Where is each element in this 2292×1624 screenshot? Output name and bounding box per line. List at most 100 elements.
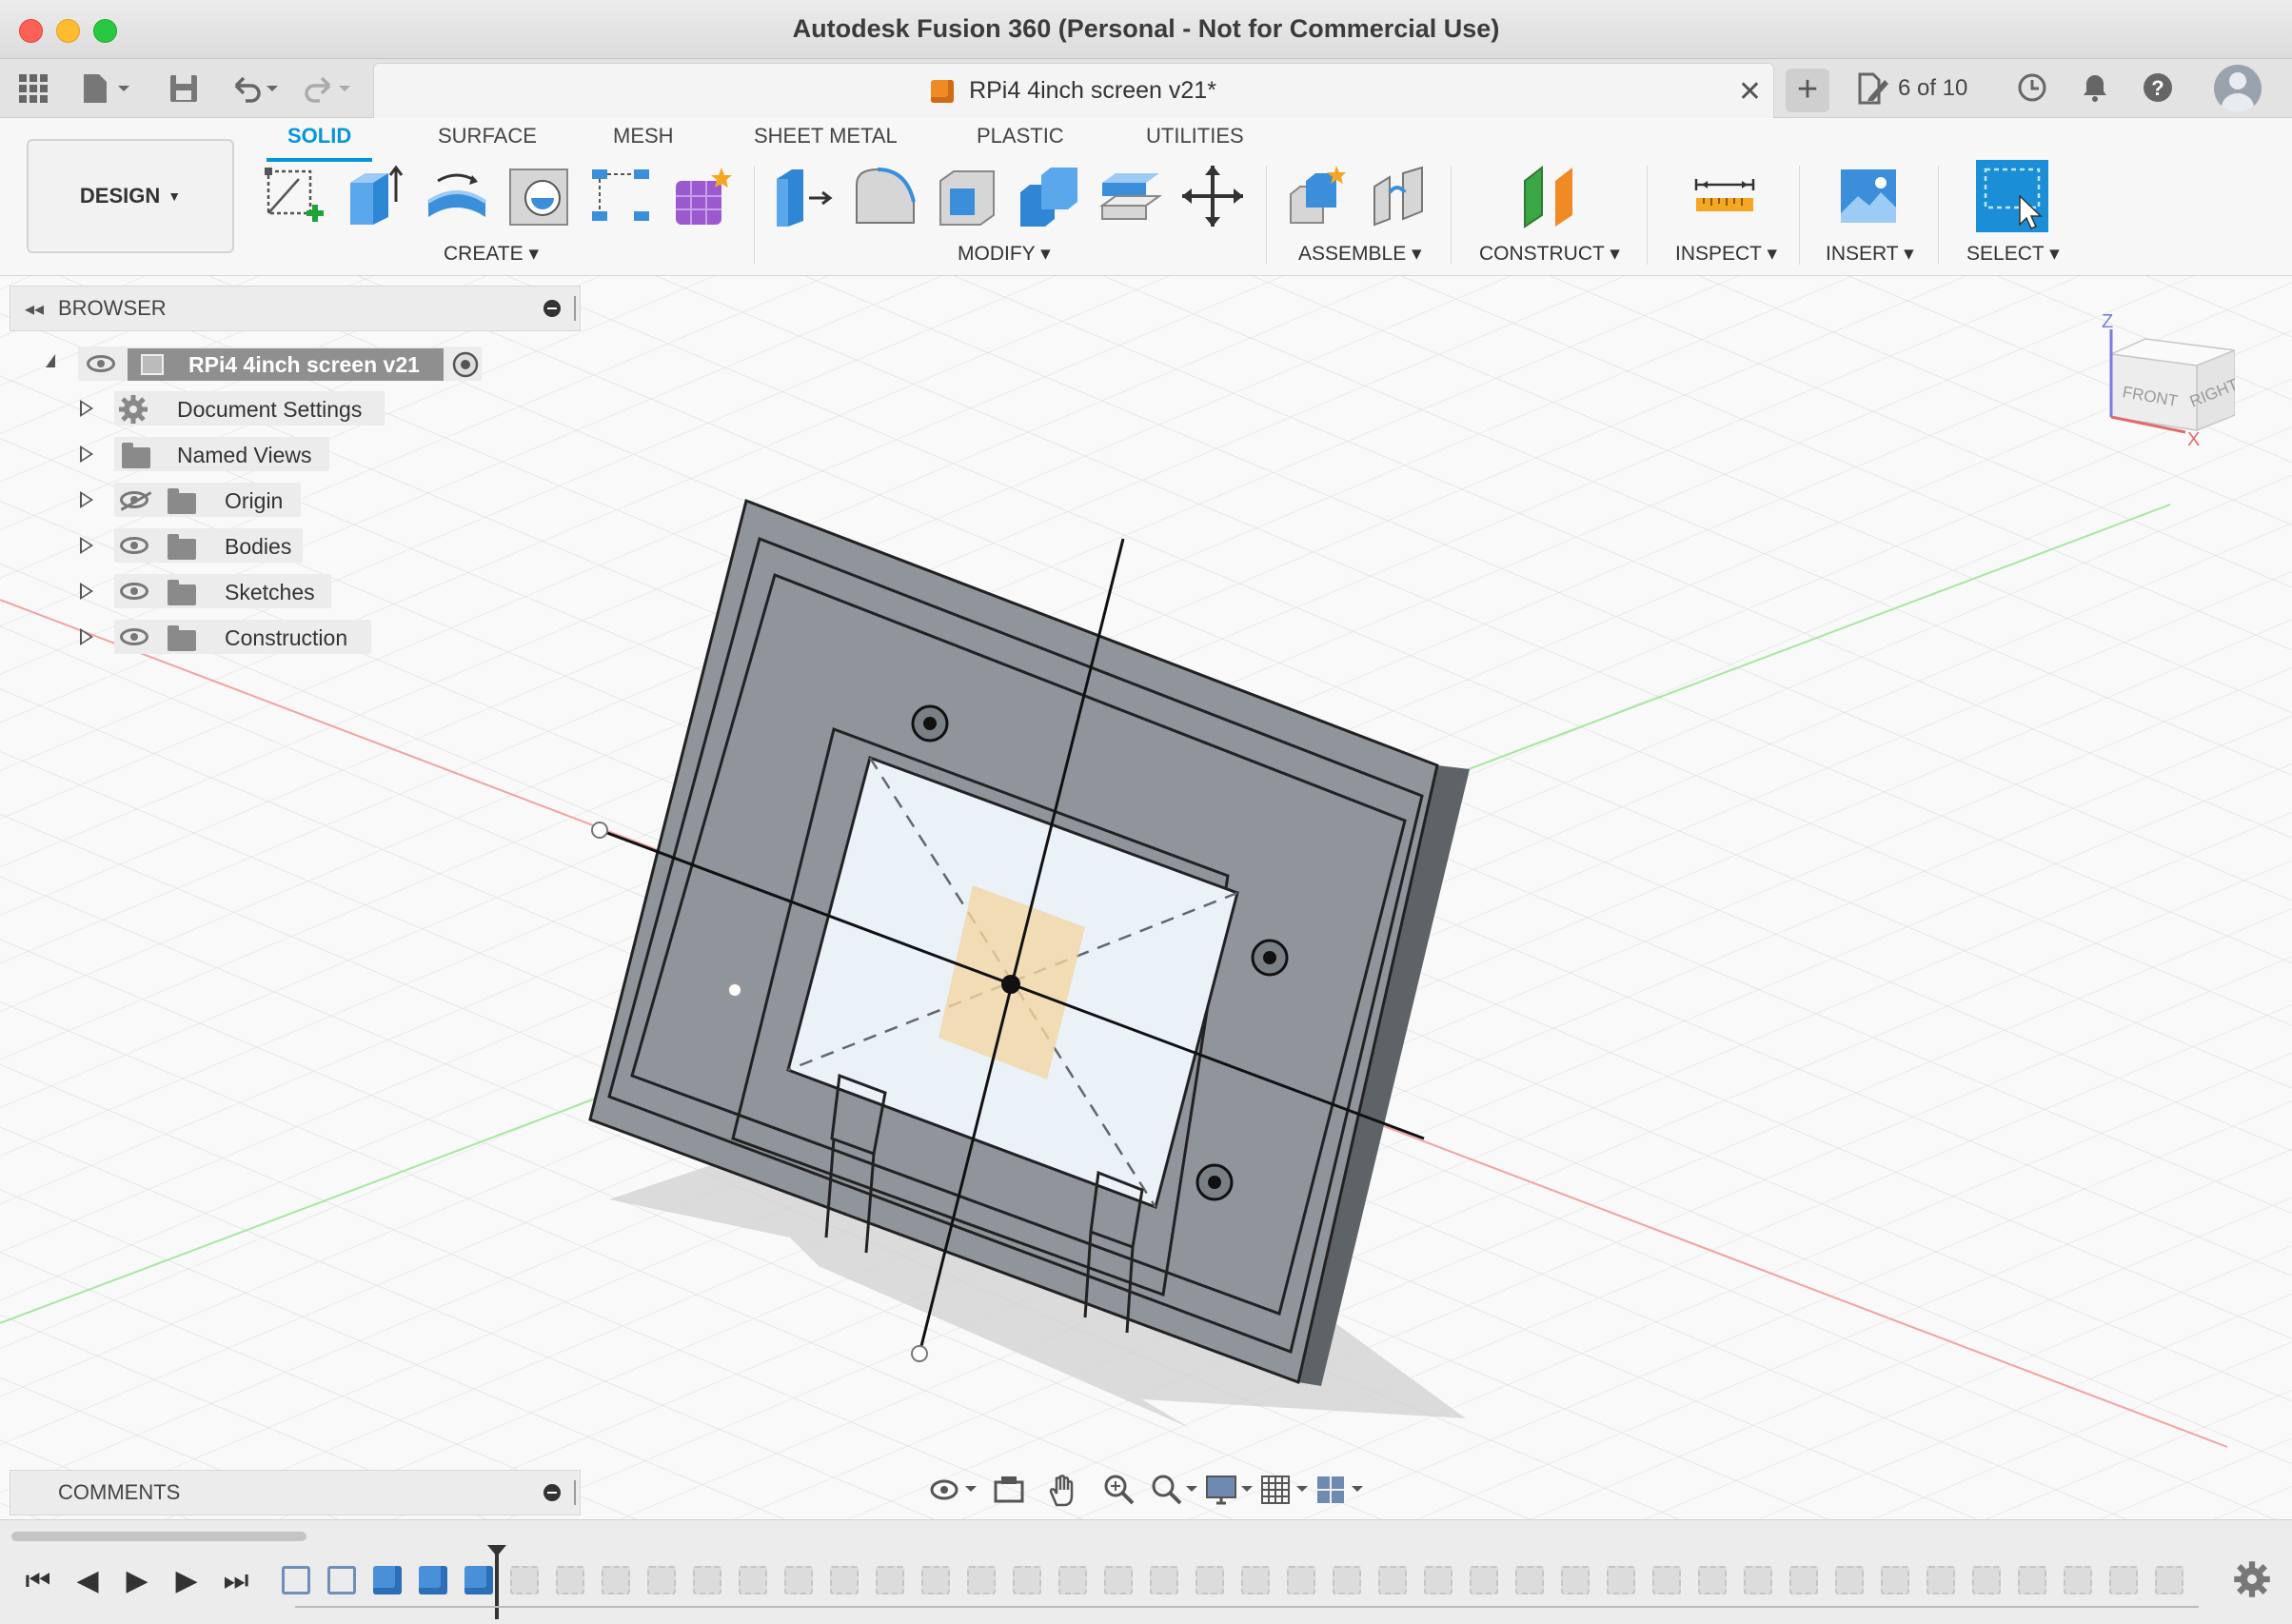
timeline-feature-icon[interactable]: [556, 1566, 584, 1594]
zoom-window-icon[interactable]: [1095, 1471, 1144, 1509]
timeline-feature-icon[interactable]: [647, 1566, 676, 1594]
timeline-feature-icon[interactable]: [373, 1566, 402, 1594]
pattern-icon[interactable]: [588, 164, 653, 228]
panel-grip[interactable]: [574, 1480, 576, 1505]
add-comment-icon[interactable]: [543, 1484, 561, 1501]
tab-utilities[interactable]: UTILITIES: [1146, 124, 1244, 149]
expand-construction-icon[interactable]: [80, 628, 93, 645]
shell-icon[interactable]: [935, 164, 999, 228]
insert-group-menu[interactable]: INSERT ▾: [1826, 242, 1914, 266]
display-settings-icon[interactable]: [1205, 1471, 1255, 1509]
minimize-panel-icon[interactable]: [543, 300, 561, 317]
grid-snaps-icon[interactable]: [1260, 1471, 1310, 1509]
timeline-feature-icon[interactable]: [1470, 1566, 1498, 1594]
create-group-menu[interactable]: CREATE ▾: [444, 242, 539, 266]
collapse-root-icon[interactable]: [46, 354, 55, 367]
zoom-fit-icon[interactable]: [1150, 1471, 1199, 1509]
hole-icon[interactable]: [506, 164, 571, 228]
timeline-scrollbar[interactable]: [11, 1532, 306, 1541]
press-pull-icon[interactable]: [771, 164, 836, 228]
tab-surface[interactable]: SURFACE: [438, 124, 537, 149]
step-back-icon[interactable]: ◀: [72, 1566, 103, 1596]
workspace-switcher[interactable]: DESIGN ▼: [27, 139, 234, 253]
notifications-bell-icon[interactable]: [2079, 71, 2111, 104]
expand-origin-icon[interactable]: [80, 491, 93, 508]
visibility-hidden-eye-icon[interactable]: [120, 491, 148, 508]
close-window-button[interactable]: [19, 19, 43, 43]
insert-canvas-icon[interactable]: [1837, 164, 1902, 228]
timeline-feature-icon[interactable]: [693, 1566, 721, 1594]
timeline-feature-icon[interactable]: [1652, 1566, 1681, 1594]
go-to-end-icon[interactable]: ⏭: [221, 1566, 251, 1596]
timeline-feature-icon[interactable]: [1378, 1566, 1407, 1594]
timeline-feature-icon[interactable]: [967, 1566, 996, 1594]
timeline-feature-icon[interactable]: [327, 1566, 356, 1594]
go-to-start-icon[interactable]: ⏮: [23, 1566, 53, 1596]
visibility-eye-icon[interactable]: [120, 583, 148, 600]
timeline-feature-icon[interactable]: [1698, 1566, 1727, 1594]
help-icon[interactable]: ?: [2142, 71, 2174, 104]
undo-icon[interactable]: [228, 72, 286, 105]
tab-sheet-metal[interactable]: SHEET METAL: [754, 124, 898, 149]
expand-bodies-icon[interactable]: [80, 537, 93, 554]
timeline-feature-icon[interactable]: [784, 1566, 813, 1594]
tab-mesh[interactable]: MESH: [613, 124, 674, 149]
timeline-feature-icon[interactable]: [921, 1566, 950, 1594]
data-panel-icon[interactable]: [17, 72, 49, 105]
timeline-feature-icon[interactable]: [1926, 1566, 1955, 1594]
measure-icon[interactable]: [1692, 164, 1757, 228]
timeline-feature-icon[interactable]: [2064, 1566, 2092, 1594]
minimize-window-button[interactable]: [56, 19, 80, 43]
timeline-feature-icon[interactable]: [1835, 1566, 1864, 1594]
model-canvas[interactable]: [0, 276, 2292, 1519]
timeline-feature-icon[interactable]: [1241, 1566, 1270, 1594]
look-at-icon[interactable]: [984, 1471, 1034, 1509]
zoom-window-button[interactable]: [93, 19, 117, 43]
create-form-icon[interactable]: [670, 164, 735, 228]
timeline-feature-icon[interactable]: [1424, 1566, 1452, 1594]
step-forward-icon[interactable]: ▶: [171, 1566, 202, 1596]
visibility-eye-icon[interactable]: [120, 628, 148, 645]
timeline-feature-icon[interactable]: [1561, 1566, 1590, 1594]
timeline-settings-gear-icon[interactable]: [2233, 1560, 2271, 1598]
document-tab[interactable]: RPi4 4inch screen v21* ✕: [373, 63, 1774, 118]
tab-plastic[interactable]: PLASTIC: [977, 124, 1064, 149]
timeline-feature-icon[interactable]: [1333, 1566, 1361, 1594]
timeline-feature-icon[interactable]: [1150, 1566, 1178, 1594]
assemble-group-menu[interactable]: ASSEMBLE ▾: [1298, 242, 1422, 266]
timeline-feature-icon[interactable]: [2155, 1566, 2183, 1594]
user-avatar[interactable]: [2214, 65, 2262, 112]
revolve-icon[interactable]: [425, 164, 489, 228]
redo-icon[interactable]: [301, 72, 358, 105]
close-tab-icon[interactable]: ✕: [1738, 75, 1762, 109]
timeline-feature-icon[interactable]: [830, 1566, 859, 1594]
timeline-feature-icon[interactable]: [282, 1566, 310, 1594]
select-group-menu[interactable]: SELECT ▾: [1966, 242, 2060, 266]
history-clock-icon[interactable]: [2016, 71, 2048, 104]
timeline-feature-icon[interactable]: [1013, 1566, 1041, 1594]
new-tab-button[interactable]: +: [1786, 69, 1829, 112]
timeline-feature-icon[interactable]: [1515, 1566, 1544, 1594]
timeline-feature-icon[interactable]: [1058, 1566, 1087, 1594]
3d-viewport[interactable]: FRONT RIGHT Z X: [0, 276, 2292, 1519]
save-icon[interactable]: [168, 72, 200, 105]
orbit-icon[interactable]: [929, 1471, 978, 1509]
inspect-group-menu[interactable]: INSPECT ▾: [1675, 242, 1777, 266]
combine-icon[interactable]: [1017, 164, 1081, 228]
select-icon[interactable]: [1976, 160, 2048, 232]
timeline-feature-icon[interactable]: [739, 1566, 767, 1594]
timeline-feature-icon[interactable]: [1104, 1566, 1133, 1594]
timeline-feature-icon[interactable]: [419, 1566, 447, 1594]
visibility-eye-icon[interactable]: [120, 537, 148, 554]
timeline-feature-icon[interactable]: [464, 1566, 493, 1594]
offset-plane-icon[interactable]: [1519, 164, 1584, 228]
expand-named-views-icon[interactable]: [80, 446, 93, 463]
move-copy-icon[interactable]: [1180, 164, 1245, 228]
play-icon[interactable]: ▶: [122, 1566, 152, 1596]
timeline-feature-icon[interactable]: [1744, 1566, 1772, 1594]
expand-document-settings-icon[interactable]: [80, 400, 93, 417]
timeline-feature-icon[interactable]: [2109, 1566, 2138, 1594]
timeline-feature-icon[interactable]: [510, 1566, 539, 1594]
timeline-feature-icon[interactable]: [876, 1566, 904, 1594]
expand-sketches-icon[interactable]: [80, 583, 93, 600]
